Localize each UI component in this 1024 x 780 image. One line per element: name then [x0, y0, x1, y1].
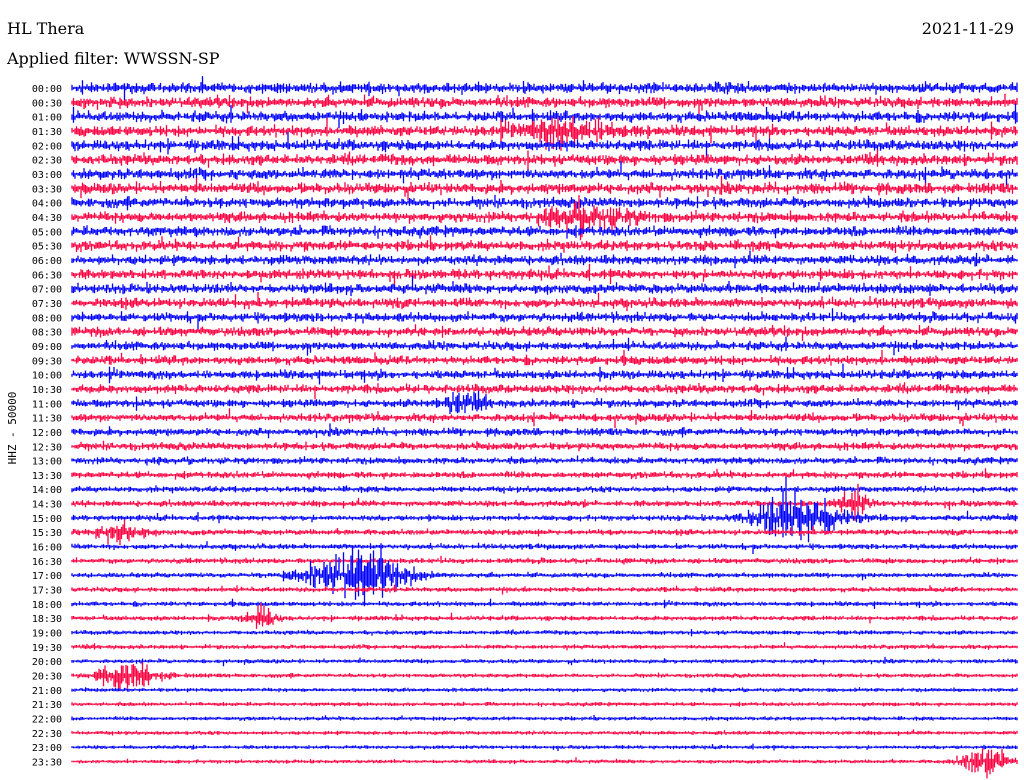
trace-row — [71, 656, 1018, 667]
trace-row — [71, 662, 1018, 691]
row-time-label: 00:00 — [32, 84, 62, 95]
row-time-label: 16:30 — [32, 557, 62, 568]
filter-label: Applied filter: WWSSN-SP — [7, 49, 220, 68]
row-time-label: 01:00 — [32, 113, 62, 124]
trace-row — [71, 584, 1018, 595]
row-time-label: 05:00 — [32, 227, 62, 238]
trace-row — [71, 541, 1018, 554]
trace-row — [71, 629, 1018, 637]
row-time-label: 12:00 — [32, 428, 62, 439]
row-time-label: 06:30 — [32, 270, 62, 281]
row-time-label: 19:00 — [32, 629, 62, 640]
trace-row — [71, 468, 1018, 480]
row-time-label: 20:30 — [32, 672, 62, 683]
trace-row — [71, 455, 1018, 466]
row-time-label: 10:30 — [32, 385, 62, 396]
row-time-label: 08:00 — [32, 313, 62, 324]
trace-row — [71, 336, 1018, 356]
trace-row — [71, 76, 1018, 101]
row-time-label: 23:30 — [32, 758, 62, 769]
row-time-label: 07:00 — [32, 285, 62, 296]
row-time-label: 09:00 — [32, 342, 62, 353]
row-time-label: 17:30 — [32, 586, 62, 597]
trace-row — [71, 423, 1018, 439]
row-time-label: 19:30 — [32, 643, 62, 654]
trace-row — [71, 743, 1018, 751]
row-time-label: 05:30 — [32, 242, 62, 253]
row-time-label: 18:00 — [32, 600, 62, 611]
trace-row — [71, 224, 1018, 239]
trace-row — [71, 161, 1018, 189]
trace-row — [71, 292, 1018, 312]
trace-row — [71, 349, 1018, 366]
trace-row — [71, 308, 1018, 331]
trace-row — [71, 250, 1018, 269]
row-time-label: 10:00 — [32, 371, 62, 382]
row-time-label: 14:30 — [32, 500, 62, 511]
trace-row — [71, 714, 1018, 722]
trace-row — [71, 598, 1018, 609]
row-time-label: 07:30 — [32, 299, 62, 310]
trace-row — [71, 748, 1018, 779]
trace-row — [71, 235, 1018, 253]
row-time-label: 13:00 — [32, 457, 62, 468]
row-time-label: 02:30 — [32, 156, 62, 167]
row-time-label: 15:30 — [32, 528, 62, 539]
row-time-label: 04:30 — [32, 213, 62, 224]
trace-row — [71, 149, 1018, 170]
trace-row — [71, 485, 1018, 494]
row-time-label: 22:00 — [32, 715, 62, 726]
trace-row — [71, 275, 1018, 297]
trace-row — [71, 687, 1018, 693]
row-time-label: 09:30 — [32, 356, 62, 367]
row-time-label: 02:00 — [32, 141, 62, 152]
row-time-label: 03:30 — [32, 184, 62, 195]
row-time-label: 00:30 — [32, 98, 62, 109]
row-time-label: 04:00 — [32, 199, 62, 210]
trace-row — [71, 555, 1018, 565]
channel-axis-label: HHZ - 50000 — [6, 391, 19, 465]
row-time-label: 20:00 — [32, 657, 62, 668]
row-time-label: 15:00 — [32, 514, 62, 525]
seismic-traces — [71, 76, 1018, 779]
row-time-label: 03:00 — [32, 170, 62, 181]
row-time-label: 06:00 — [32, 256, 62, 267]
row-time-label: 23:00 — [32, 743, 62, 754]
trace-row — [71, 93, 1018, 115]
trace-row — [71, 175, 1018, 201]
trace-row — [71, 194, 1018, 211]
trace-row — [71, 701, 1018, 707]
trace-row — [71, 729, 1018, 736]
row-time-label: 22:30 — [32, 729, 62, 740]
row-time-label: 12:30 — [32, 442, 62, 453]
trace-row — [71, 603, 1018, 629]
trace-row — [71, 642, 1018, 651]
trace-row — [71, 263, 1018, 286]
row-time-label: 01:30 — [32, 127, 62, 138]
trace-row — [71, 363, 1018, 385]
row-time-label: 08:30 — [32, 328, 62, 339]
row-time-label: 14:00 — [32, 485, 62, 496]
station-title: HL Thera — [7, 19, 85, 38]
row-time-label: 21:30 — [32, 700, 62, 711]
row-time-label: 11:00 — [32, 399, 62, 410]
time-labels: 00:00 00:30 01:00 01:30 02:00 02:30 03:00 03:30… — [32, 84, 62, 769]
row-time-label: 16:00 — [32, 543, 62, 554]
row-time-label: 21:00 — [32, 686, 62, 697]
trace-row — [71, 324, 1018, 341]
helicorder-plot: 00:00 00:30 01:00 01:30 02:00 02:30 03:00 03:30… — [32, 76, 1018, 779]
date-label: 2021-11-29 — [921, 19, 1014, 38]
row-time-label: 17:00 — [32, 571, 62, 582]
row-time-label: 13:30 — [32, 471, 62, 482]
trace-row — [71, 440, 1018, 452]
trace-row — [71, 543, 1018, 607]
trace-row — [71, 408, 1018, 429]
row-time-label: 18:30 — [32, 614, 62, 625]
trace-row — [71, 382, 1018, 400]
trace-row — [71, 390, 1018, 414]
trace-row — [71, 519, 1018, 546]
row-time-label: 11:30 — [32, 414, 62, 425]
